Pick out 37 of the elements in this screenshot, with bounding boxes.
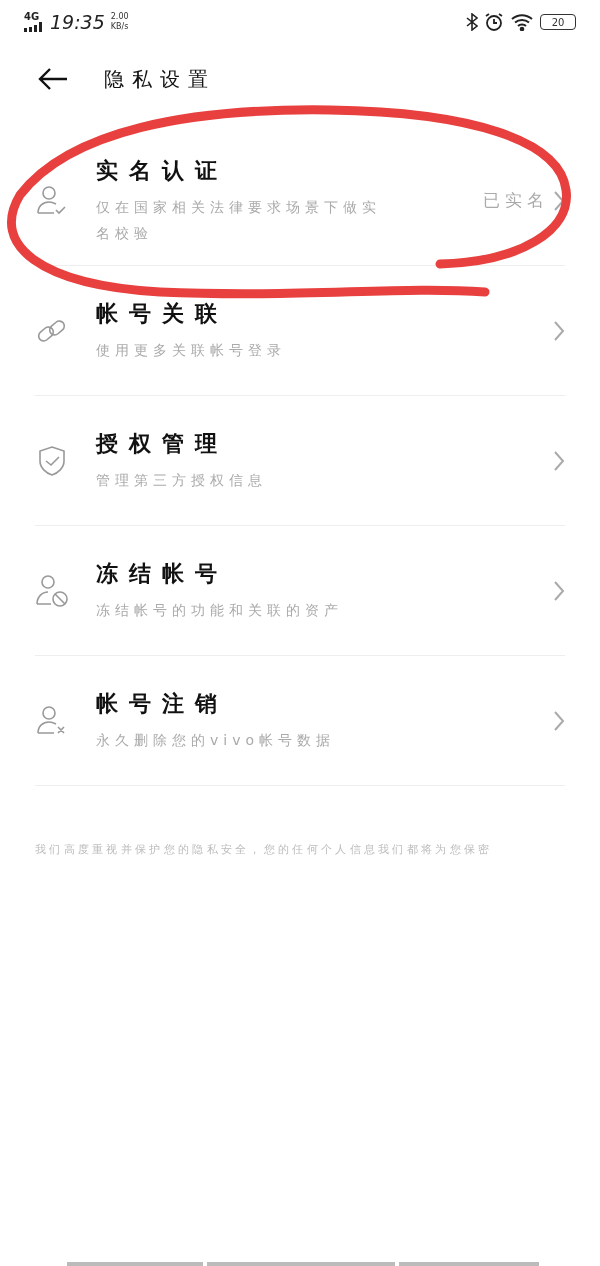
settings-row[interactable]: 实名认证 仅在国家相关法律要求场景下做实名校验 已实名 [35,136,565,266]
nav-gesture-bar[interactable] [399,1262,539,1266]
chevron-right-icon [553,319,565,342]
privacy-note: 我们高度重视并保护您的隐私安全，您的任何个人信息我们都将为您保密 [34,842,494,857]
speed-value: 2.00 [110,12,129,22]
clock-time: 19:35 [50,11,105,33]
row-value: 已实名 [483,189,549,212]
row-subtitle: 管理第三方授权信息 [96,470,268,490]
row-subtitle: 冻结帐号的功能和关联的资产 [96,600,344,620]
row-title: 授权管理 [96,429,229,458]
signal-icon [24,22,44,32]
battery-indicator: 20 [540,14,576,30]
row-title: 实名认证 [96,156,229,185]
settings-row[interactable]: 帐号关联 使用更多关联帐号登录 [35,266,565,396]
row-subtitle: 使用更多关联帐号登录 [96,340,287,360]
row-subtitle: 永久删除您的vivo帐号数据 [96,730,337,750]
settings-row[interactable]: 授权管理 管理第三方授权信息 [35,396,565,526]
chevron-right-icon [553,709,565,732]
settings-row[interactable]: 冻结帐号 冻结帐号的功能和关联的资产 [35,526,565,656]
bluetooth-icon [466,13,478,31]
chevron-right-icon [553,449,565,472]
row-title: 冻结帐号 [96,559,229,588]
row-title: 帐号注销 [96,689,229,718]
chevron-right-icon [553,189,565,212]
row-subtitle: 仅在国家相关法律要求场景下做实名校验 [96,197,382,243]
speed-unit: KB/s [110,22,129,32]
row-title: 帐号关联 [96,299,229,328]
nav-gesture-bar[interactable] [67,1262,203,1266]
page-title: 隐私设置 [104,65,216,93]
chevron-right-icon [553,579,565,602]
nav-gesture-bar[interactable] [207,1262,395,1266]
alarm-icon [484,12,504,32]
settings-row[interactable]: 帐号注销 永久删除您的vivo帐号数据 [35,656,565,786]
user-block-icon [35,573,69,608]
wifi-icon [510,13,534,31]
back-arrow-icon[interactable] [38,68,68,90]
network-type: 4G [24,12,40,22]
